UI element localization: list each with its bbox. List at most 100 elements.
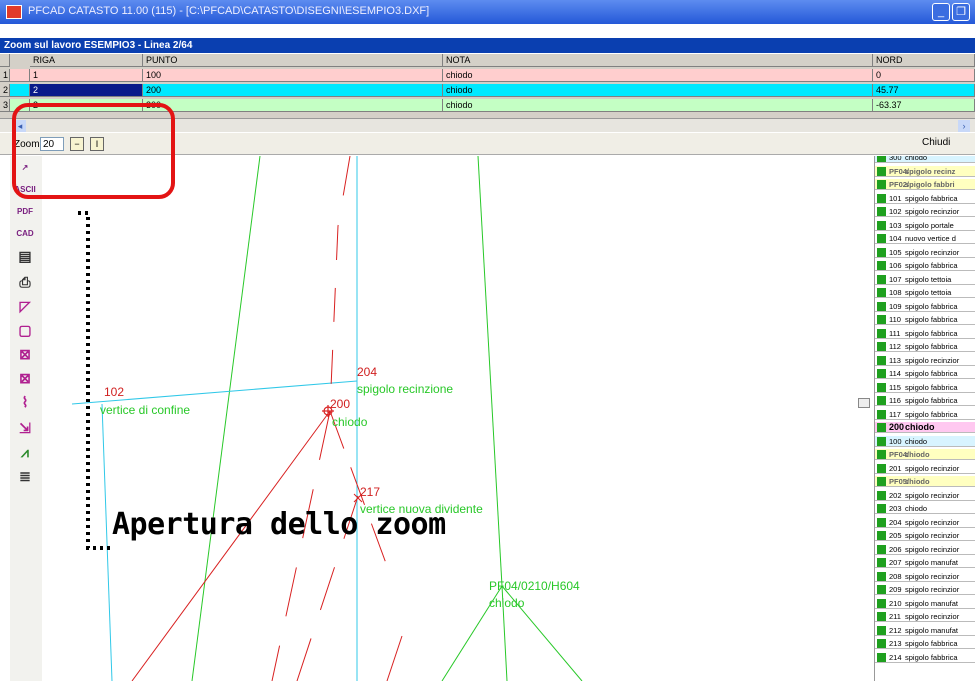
color-swatch-icon [877,504,886,513]
cell-nota[interactable]: chiodo [443,84,873,97]
list-item[interactable]: 109 spigolo fabbrica [875,301,975,312]
list-item[interactable]: 111 spigolo fabbrica [875,328,975,339]
list-item[interactable]: 102 spigolo recinzior [875,206,975,218]
cell-punto[interactable]: 200 [143,84,443,97]
list-item-code: 212 [889,625,902,635]
column-header-punto[interactable]: PUNTO [143,54,443,67]
label-102-note: vertice di confine [100,403,190,417]
list-item[interactable]: PF02/spigolo fabbri [875,179,975,191]
cad-export-icon[interactable]: CAD [14,224,36,244]
cell-nota[interactable]: chiodo [443,99,873,112]
list-item[interactable]: 210 spigolo manufat [875,598,975,609]
list-item[interactable]: 205 spigolo recinzior [875,530,975,542]
cell-punto[interactable]: 100 [143,69,443,82]
list-item[interactable]: 106 spigolo fabbrica [875,260,975,272]
list-item-note: spigolo fabbrica [905,342,958,351]
list-item[interactable]: 116 spigolo fabbrica [875,395,975,407]
column-header-nord[interactable]: NORD [873,54,975,67]
list-item-code: 202 [889,490,902,500]
list-item[interactable]: PF04/chiodo [875,449,975,461]
scroll-right-button[interactable]: › [958,120,970,132]
list-item[interactable]: 201 spigolo recinzior [875,463,975,474]
list-item-note: spigolo portale [905,220,954,230]
frame-icon[interactable]: ▢ [14,320,36,340]
cell-nord[interactable]: 0 [873,69,975,82]
list-item-code: 105 [889,247,902,257]
close-button[interactable]: Chiudi [922,137,950,148]
list-item[interactable]: 213 spigolo fabbrica [875,638,975,650]
list-item-note: spigolo manufat [905,625,958,635]
list-item[interactable]: 113 spigolo recinzior [875,355,975,366]
measure-icon[interactable]: ⌇ [14,392,36,412]
select-icon[interactable]: ⊠ [14,344,36,364]
restore-button[interactable]: ❐ [952,3,970,21]
point-list[interactable]: 300 chiodo PF04/spigolo recinz PF02/spigolo… [874,156,975,681]
list-item[interactable]: 207 spigolo manufat [875,557,975,569]
list-item[interactable]: 115 spigolo fabbrica [875,382,975,393]
list-item-note: spigolo fabbrica [905,652,958,662]
graph-icon[interactable]: ⩘ [14,442,36,462]
list-item[interactable]: 112 spigolo fabbrica [875,341,975,353]
table-row[interactable]: 2 2 200 chiodo 45.77 [0,84,975,97]
list-item[interactable]: 202 spigolo recinzior [875,490,975,501]
list-item[interactable]: PF04/spigolo recinz [875,165,975,177]
list-item[interactable]: 101 spigolo fabbrica [875,193,975,204]
list-item-code: 205 [889,531,902,540]
print-icon[interactable]: ⎙ [14,272,36,292]
cell-nord[interactable]: -63.37 [873,99,975,112]
color-swatch-icon [877,355,886,365]
list-item-code: 116 [889,396,901,405]
list-item[interactable]: 107 spigolo tettoia [875,274,975,285]
list-item-code: 211 [889,612,901,621]
list-item[interactable]: 108 spigolo tettoia [875,287,975,299]
row-spacer [10,69,30,82]
color-swatch-icon [877,247,886,257]
list-item-code: 200 [889,422,905,432]
list-item[interactable]: 104 nuovo vertice d [875,233,975,245]
list-item[interactable]: 208 spigolo recinzior [875,571,975,582]
cell-nota[interactable]: chiodo [443,69,873,82]
label-217-code: 217 [360,485,380,499]
column-header-riga[interactable]: RIGA [30,54,143,67]
column-header-nota[interactable]: NOTA [443,54,873,67]
list-item[interactable]: 100 chiodo [875,435,975,447]
list-item[interactable]: 300 chiodo [875,156,975,164]
cell-nord[interactable]: 45.77 [873,84,975,97]
list-item-note: spigolo fabbrica [905,409,958,419]
list-item[interactable]: 211 spigolo recinzior [875,611,975,623]
list-item[interactable]: 200 chiodo [875,422,975,434]
color-swatch-icon [877,544,886,554]
cross-icon[interactable]: ⊠ [14,368,36,388]
list-item[interactable]: PF05/chiodo [875,476,975,488]
list-item-note: spigolo fabbrica [905,639,958,648]
list-item[interactable]: 204 spigolo recinzior [875,517,975,528]
color-swatch-icon [877,558,886,567]
list-item[interactable]: 214 spigolo fabbrica [875,652,975,663]
table-icon[interactable]: ▤ [14,246,36,266]
cell-riga[interactable]: 1 [30,69,143,82]
list-item[interactable]: 212 spigolo manufat [875,625,975,636]
cell-punto[interactable]: 300 [143,99,443,112]
list-item[interactable]: 105 spigolo recinzior [875,247,975,258]
mirror-icon[interactable]: ≣ [14,466,36,486]
label-pf04-code: PF04/0210/H604 [489,579,580,593]
drawing-canvas[interactable]: 102 vertice di confine 204 spigolo recin… [42,156,862,681]
list-item-note: chiodo [905,450,930,459]
move-icon[interactable]: ⇲ [14,418,36,438]
color-swatch-icon [877,396,886,405]
list-item[interactable]: 103 spigolo portale [875,220,975,231]
cell-riga-selected[interactable]: 2 [30,84,143,97]
minimize-button[interactable]: _ [932,3,950,21]
color-swatch-icon [877,220,886,230]
splitter-handle[interactable] [858,398,870,408]
list-item[interactable]: 203 chiodo [875,503,975,515]
list-item[interactable]: 114 spigolo fabbrica [875,368,975,380]
list-item[interactable]: 110 spigolo fabbrica [875,314,975,326]
list-item[interactable]: 117 spigolo fabbrica [875,409,975,420]
list-item[interactable]: 209 spigolo recinzior [875,584,975,596]
polygon-icon[interactable]: ◸ [14,296,36,316]
list-item[interactable]: 206 spigolo recinzior [875,544,975,555]
list-item-code: 100 [889,436,902,446]
table-row[interactable]: 1 1 100 chiodo 0 [0,69,975,82]
pdf-export-icon[interactable]: PDF [14,202,36,222]
